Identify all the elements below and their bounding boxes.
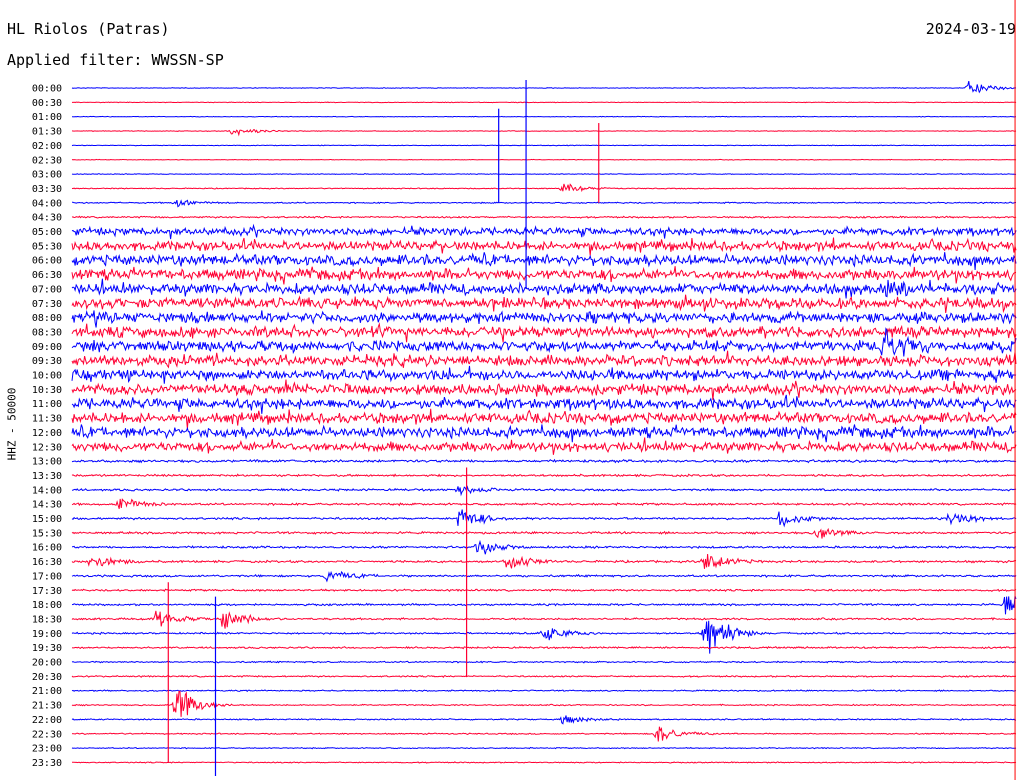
trace-row — [71, 554, 1017, 569]
row-time-label: 00:30 — [32, 98, 62, 109]
row-time-label: 22:30 — [32, 729, 62, 740]
trace-row — [71, 595, 1017, 615]
trace-row — [71, 183, 1017, 193]
row-time-label: 07:00 — [32, 284, 62, 295]
trace-row — [71, 690, 1017, 717]
trace-row — [71, 394, 1017, 414]
trace-row — [71, 539, 1017, 555]
trace-row — [71, 746, 1017, 750]
row-time-label: 01:30 — [32, 127, 62, 138]
row-time-label: 06:30 — [32, 270, 62, 281]
trace-row — [72, 115, 1017, 118]
trace-row — [71, 485, 1017, 497]
trace-row — [71, 761, 1017, 764]
row-time-label: 12:00 — [32, 428, 62, 439]
trace-row — [71, 80, 1017, 94]
trace-row — [71, 215, 1017, 219]
row-time-label: 11:30 — [32, 414, 62, 425]
row-time-label: 08:00 — [32, 313, 62, 324]
trace-row — [71, 158, 1017, 161]
row-time-label: 01:00 — [32, 112, 62, 123]
row-time-label: 22:00 — [32, 715, 62, 726]
trace-row — [71, 674, 1017, 678]
row-time-label: 02:30 — [32, 155, 62, 166]
row-time-label: 21:30 — [32, 701, 62, 712]
row-time-label: 11:00 — [32, 399, 62, 410]
row-time-label: 21:00 — [32, 686, 62, 697]
row-time-label: 03:00 — [32, 170, 62, 181]
trace-row — [71, 660, 1017, 664]
row-time-label: 14:00 — [32, 485, 62, 496]
trace-row — [71, 408, 1017, 429]
row-time-label: 07:30 — [32, 299, 62, 310]
trace-row — [71, 610, 1017, 629]
row-time-label: 06:00 — [32, 256, 62, 267]
row-time-label: 16:00 — [32, 543, 62, 554]
trace-row — [71, 128, 1017, 137]
trace-row — [71, 252, 1017, 271]
row-time-label: 13:00 — [32, 457, 62, 468]
row-time-label: 20:00 — [32, 658, 62, 669]
trace-row — [71, 322, 1017, 343]
row-time-label: 23:30 — [32, 758, 62, 769]
row-time-label: 00:00 — [32, 84, 62, 95]
row-time-label: 23:00 — [32, 744, 62, 755]
trace-row — [71, 173, 1017, 176]
row-time-label: 20:30 — [32, 672, 62, 683]
row-time-label: 14:30 — [32, 500, 62, 511]
trace-row — [71, 509, 1017, 528]
row-time-label: 09:30 — [32, 356, 62, 367]
trace-row — [71, 101, 1017, 104]
trace-row — [71, 144, 1017, 147]
trace-row — [71, 689, 1017, 693]
row-time-label: 08:30 — [32, 327, 62, 338]
trace-row — [71, 570, 1017, 583]
trace-row — [71, 527, 1017, 539]
helicorder-plot: 00:00 00:30 01:00 01:30 02:00 02:30 03:00 03:30… — [32, 0, 1017, 780]
row-time-label: 12:30 — [32, 442, 62, 453]
row-time-label: 10:00 — [32, 371, 62, 382]
row-time-label: 05:00 — [32, 227, 62, 238]
row-time-label: 02:00 — [32, 141, 62, 152]
row-time-label: 15:30 — [32, 528, 62, 539]
row-time-label: 18:00 — [32, 600, 62, 611]
trace-row — [71, 294, 1017, 314]
trace-row — [71, 715, 1016, 725]
trace-row — [71, 458, 1017, 464]
trace-row — [71, 588, 1017, 593]
trace-row — [71, 645, 1017, 650]
row-time-label: 04:00 — [32, 198, 62, 209]
row-time-label: 18:30 — [32, 614, 62, 625]
row-time-label: 17:00 — [32, 571, 62, 582]
row-time-label: 04:30 — [32, 213, 62, 224]
row-time-label: 03:30 — [32, 184, 62, 195]
trace-row — [71, 437, 1017, 455]
trace-group — [71, 80, 1017, 764]
trace-row — [72, 199, 1016, 208]
tick-label-group: 00:00 00:30 01:00 01:30 02:00 02:30 03:00 03:30… — [32, 84, 62, 769]
trace-row — [71, 350, 1017, 369]
row-time-label: 17:30 — [32, 586, 62, 597]
trace-row — [71, 266, 1017, 285]
row-time-label: 09:00 — [32, 342, 62, 353]
trace-row — [71, 726, 1017, 742]
row-time-label: 15:00 — [32, 514, 62, 525]
trace-row — [71, 498, 1017, 509]
trace-row — [71, 424, 1017, 443]
trace-row — [71, 278, 1017, 299]
trace-row — [71, 365, 1017, 384]
row-time-label: 10:30 — [32, 385, 62, 396]
row-time-label: 05:30 — [32, 241, 62, 252]
trace-row — [71, 379, 1017, 401]
row-time-label: 16:30 — [32, 557, 62, 568]
row-time-label: 19:30 — [32, 643, 62, 654]
trace-row — [71, 473, 1017, 478]
row-time-label: 13:30 — [32, 471, 62, 482]
trace-row — [71, 309, 1017, 328]
trace-row — [71, 237, 1017, 256]
row-time-label: 19:00 — [32, 629, 62, 640]
trace-row — [71, 223, 1017, 240]
